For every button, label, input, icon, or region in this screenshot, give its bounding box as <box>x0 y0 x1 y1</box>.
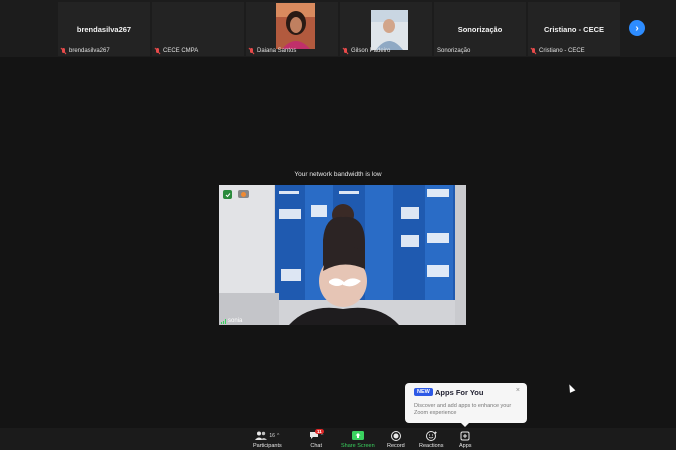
participants-icon <box>255 431 268 440</box>
audio-level-icon <box>221 318 226 324</box>
popup-description: Discover and add apps to enhance your Zo… <box>414 403 512 416</box>
close-icon[interactable]: × <box>516 387 520 394</box>
participant-tile-sonorizacao[interactable]: Sonorização Sonorização <box>434 2 526 56</box>
apps-label: Apps <box>459 443 472 449</box>
tile-name-label: Cristiano - CECE <box>531 48 585 54</box>
chevron-up-icon[interactable]: ^ <box>277 433 279 439</box>
reactions-button[interactable]: Reactions <box>419 430 443 449</box>
mic-muted-icon <box>343 48 349 54</box>
reactions-smiley-icon <box>425 430 437 441</box>
share-screen-label: Share Screen <box>341 443 375 449</box>
participant-video-thumbnail <box>371 10 408 50</box>
record-icon <box>390 430 401 441</box>
tile-name-text: CECE CMPA <box>163 48 199 54</box>
speaker-name-label: sonia <box>221 318 242 324</box>
apps-button[interactable]: Apps <box>459 430 472 449</box>
tile-name-label: Gilson Padeiro <box>343 48 390 54</box>
next-page-button[interactable]: › <box>629 20 645 36</box>
speaker-name-text: sonia <box>228 318 243 324</box>
participants-button[interactable]: 16 ^ Participants <box>253 430 282 449</box>
chat-button[interactable]: 11 ^ Chat <box>309 429 324 449</box>
participant-tile-brendasilva267[interactable]: brendasilva267 brendasilva267 <box>58 2 150 56</box>
recording-indicator <box>238 190 249 198</box>
chat-label: Chat <box>310 443 322 449</box>
bandwidth-warning: Your network bandwidth is low <box>294 171 382 178</box>
participants-count: 16 <box>269 432 275 439</box>
tile-name-label: Sonorização <box>437 48 470 54</box>
mouse-cursor-icon <box>566 383 576 393</box>
tile-display-name: Cristiano - CECE <box>543 25 604 34</box>
participant-tile-cece-cmpa[interactable]: CECE CMPA <box>152 2 244 56</box>
new-badge: NEW <box>414 388 433 396</box>
reactions-label: Reactions <box>419 443 444 449</box>
mic-muted-icon <box>531 48 537 54</box>
encryption-shield-icon <box>223 190 232 199</box>
tile-name-text: Daiana Santos <box>257 48 297 54</box>
tile-name-label: brendasilva267 <box>61 48 110 54</box>
active-speaker-video[interactable]: sonia <box>219 185 466 325</box>
participant-video-thumbnail <box>276 3 315 49</box>
tile-name-label: CECE CMPA <box>155 48 198 54</box>
tile-display-name: Sonorização <box>457 25 503 34</box>
record-button[interactable]: Record <box>387 430 405 449</box>
tile-name-label: Daiana Santos <box>249 48 296 54</box>
speaker-video-frame <box>219 185 466 325</box>
recording-dot-icon <box>241 191 246 197</box>
participants-label: Participants <box>253 443 282 449</box>
record-label: Record <box>387 443 405 449</box>
mic-muted-icon <box>61 48 67 54</box>
tile-name-text: brendasilva267 <box>69 48 110 54</box>
share-screen-button[interactable]: Share Screen <box>341 430 375 449</box>
chat-unread-badge: 11 <box>315 429 324 434</box>
participant-tile-daiana-santos[interactable]: Daiana Santos <box>246 2 338 56</box>
mic-muted-icon <box>155 48 161 54</box>
gallery-strip: brendasilva267 brendasilva267 CECE CMPA … <box>0 0 676 57</box>
participant-tile-cristiano-cece[interactable]: Cristiano - CECE Cristiano - CECE <box>528 2 620 56</box>
chevron-right-icon: › <box>635 22 639 34</box>
tile-name-text: Gilson Padeiro <box>351 48 391 54</box>
apps-for-you-popup[interactable]: NEW Apps For You × Discover and add apps… <box>405 383 527 427</box>
meeting-toolbar: 16 ^ Participants 11 ^ Chat Share Screen <box>0 428 676 450</box>
participant-tile-gilson-padeiro[interactable]: Gilson Padeiro <box>340 2 432 56</box>
tile-name-text: Cristiano - CECE <box>539 48 585 54</box>
mic-muted-icon <box>249 48 255 54</box>
tile-name-text: Sonorização <box>437 48 471 54</box>
share-screen-icon <box>351 431 364 440</box>
tile-display-name: brendasilva267 <box>76 25 132 34</box>
popup-title: Apps For You <box>435 388 484 397</box>
apps-icon <box>460 431 470 440</box>
